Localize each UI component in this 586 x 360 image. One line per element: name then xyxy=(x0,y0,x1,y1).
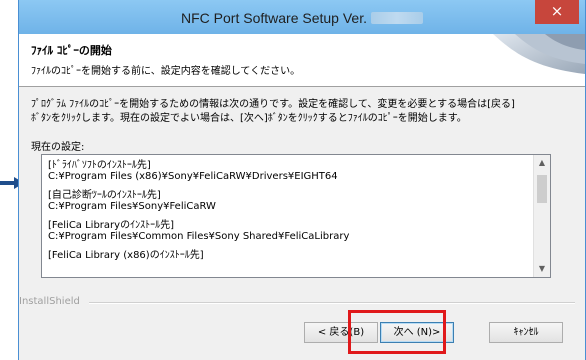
settings-list: [ﾄﾞﾗｲﾊﾞｿﾌﾄのｲﾝｽﾄｰﾙ先] C:¥Program Files (x8… xyxy=(48,160,528,269)
list-item-heading: [FeliCa Libraryのｲﾝｽﾄｰﾙ先] xyxy=(48,220,174,231)
scroll-down-icon[interactable]: ▼ xyxy=(534,261,550,277)
list-item: [FeliCa Libraryのｲﾝｽﾄｰﾙ先] C:¥Program File… xyxy=(48,220,528,242)
description-line: ﾎﾞﾀﾝをｸﾘｯｸします。現在の設定でよい場合は、[次へ]ﾎﾞﾀﾝをｸﾘｯｸする… xyxy=(31,113,467,124)
list-item: [ﾄﾞﾗｲﾊﾞｿﾌﾄのｲﾝｽﾄｰﾙ先] C:¥Program Files (x8… xyxy=(48,160,528,182)
installer-banner-icon xyxy=(493,34,585,74)
back-button[interactable]: < 戻る(B) xyxy=(304,322,378,343)
wizard-header: ﾌｧｲﾙ ｺﾋﾟｰの開始 ﾌｧｲﾙのｺﾋﾟｰを開始する前に、設定内容を確認してく… xyxy=(19,34,585,87)
settings-listbox[interactable]: [ﾄﾞﾗｲﾊﾞｿﾌﾄのｲﾝｽﾄｰﾙ先] C:¥Program Files (x8… xyxy=(41,154,551,278)
header-subtitle: ﾌｧｲﾙのｺﾋﾟｰを開始する前に、設定内容を確認してください。 xyxy=(31,66,301,77)
scroll-up-icon[interactable]: ▲ xyxy=(534,155,550,171)
window-title-text: NFC Port Software Setup Ver. xyxy=(181,10,367,26)
window-title: NFC Port Software Setup Ver. xyxy=(19,10,585,26)
close-button[interactable]: × xyxy=(535,0,579,24)
title-bar: NFC Port Software Setup Ver. × xyxy=(19,0,585,34)
current-settings-label: 現在の設定: xyxy=(31,142,85,153)
vertical-scrollbar[interactable]: ▲ ▼ xyxy=(533,155,550,277)
list-item-heading: [FeliCa Library (x86)のｲﾝｽﾄｰﾙ先] xyxy=(48,250,204,261)
cancel-button[interactable]: ｷｬﾝｾﾙ xyxy=(489,322,563,343)
list-item-path: C:¥Program Files¥Sony¥FeliCaRW xyxy=(48,201,216,212)
version-redacted xyxy=(370,12,423,24)
description: ﾌﾟﾛｸﾞﾗﾑ ﾌｧｲﾙのｺﾋﾟｰを開始するための情報は次の通りです。設定を確認… xyxy=(31,98,571,126)
header-title: ﾌｧｲﾙ ｺﾋﾟｰの開始 xyxy=(31,44,112,57)
next-button[interactable]: 次へ (N)> xyxy=(380,322,454,343)
list-item: [FeliCa Library (x86)のｲﾝｽﾄｰﾙ先] xyxy=(48,250,528,261)
description-line: ﾌﾟﾛｸﾞﾗﾑ ﾌｧｲﾙのｺﾋﾟｰを開始するための情報は次の通りです。設定を確認… xyxy=(31,99,515,110)
footer-divider xyxy=(89,302,575,304)
scroll-thumb[interactable] xyxy=(537,175,547,203)
list-item-path: C:¥Program Files¥Common Files¥Sony Share… xyxy=(48,231,350,242)
list-item-heading: [ﾄﾞﾗｲﾊﾞｿﾌﾄのｲﾝｽﾄｰﾙ先] xyxy=(48,160,151,171)
installshield-brand: InstallShield xyxy=(19,296,80,307)
list-item: [自己診断ﾂｰﾙのｲﾝｽﾄｰﾙ先] C:¥Program Files¥Sony¥… xyxy=(48,190,528,212)
list-item-path: C:¥Program Files (x86)¥Sony¥FeliCaRW¥Dri… xyxy=(48,171,338,182)
setup-window: NFC Port Software Setup Ver. × ﾌｧｲﾙ ｺﾋﾟｰ… xyxy=(18,0,586,360)
list-item-heading: [自己診断ﾂｰﾙのｲﾝｽﾄｰﾙ先] xyxy=(48,190,161,201)
